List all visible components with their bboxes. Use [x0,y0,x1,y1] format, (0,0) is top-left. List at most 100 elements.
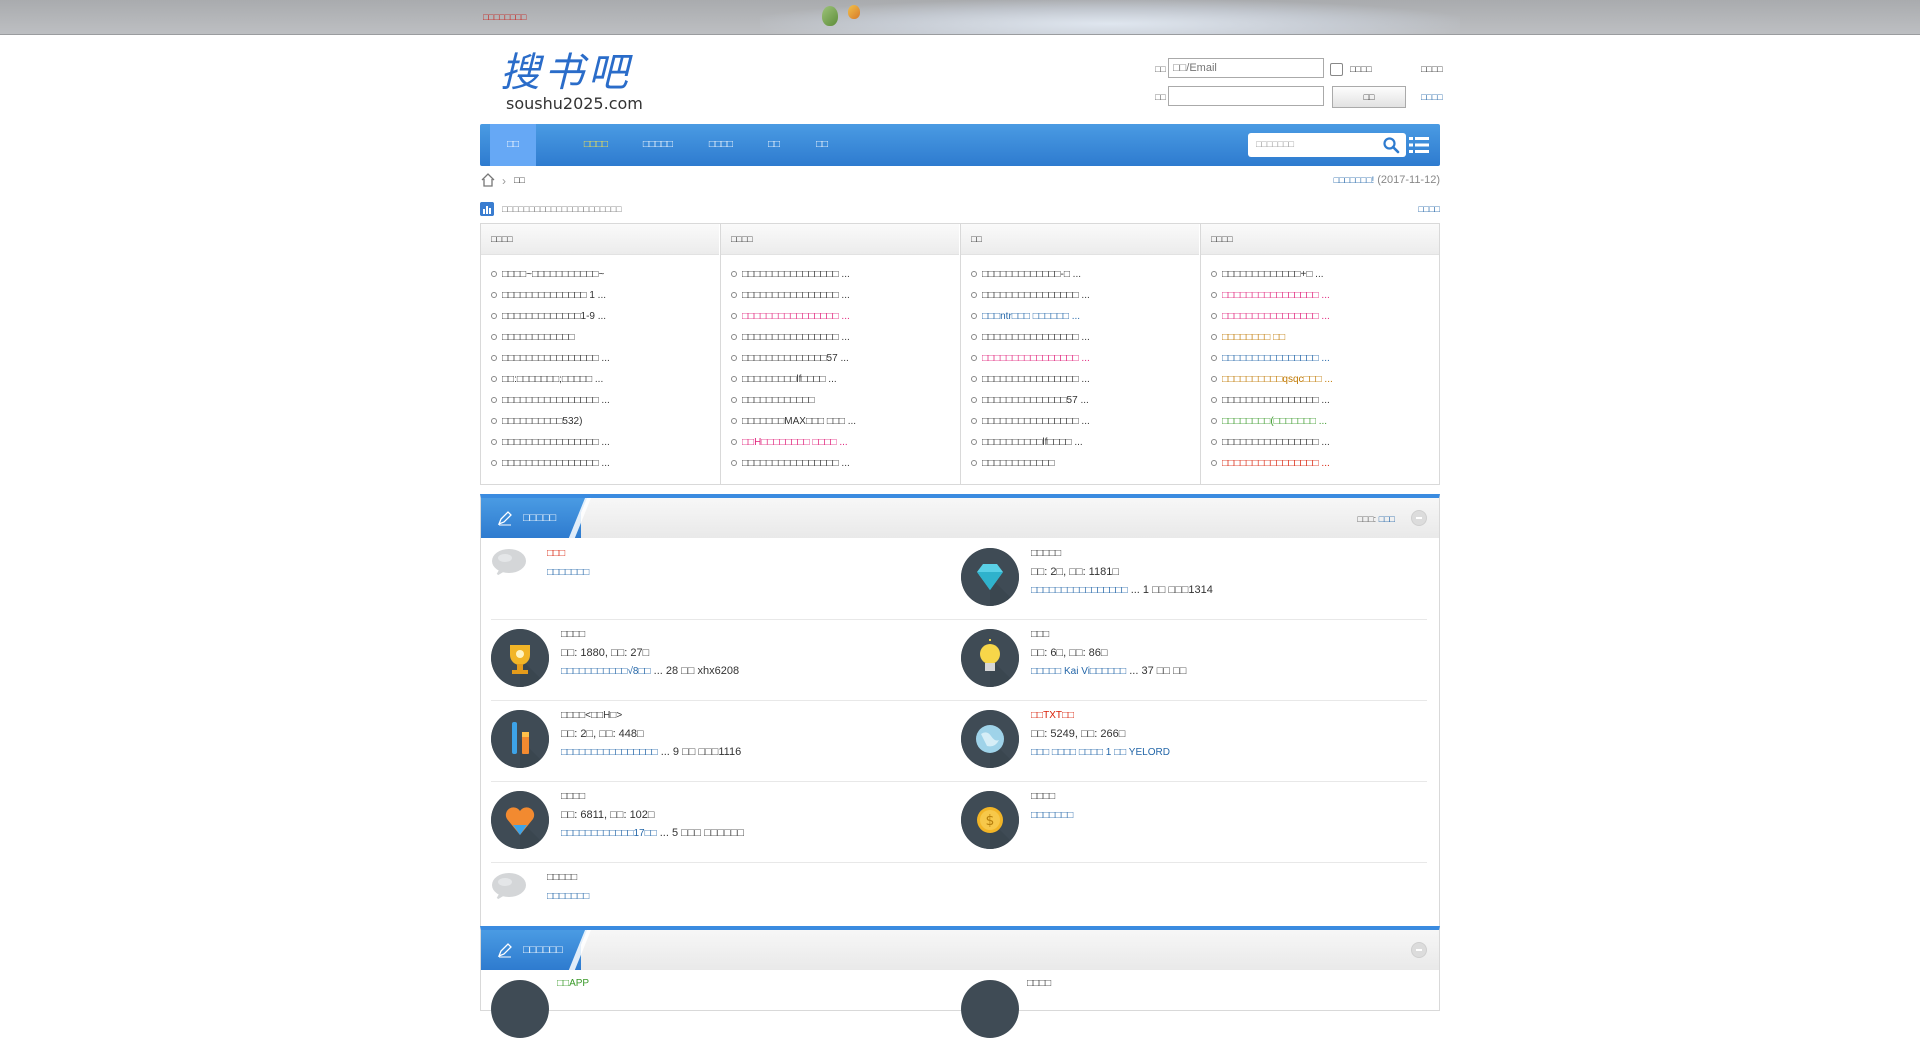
nav-item-2[interactable]: □□□□ [566,124,626,166]
forum-last-post[interactable]: □□□□□□□ [1031,809,1073,821]
top-list-item[interactable]: □□□□□□□□□□□□□1-9 ... [491,306,719,327]
top-list-link[interactable]: □□□□□□□□□□□□□□□□ ... [1222,353,1330,364]
top-list-item[interactable]: □□□□□□□□□□□□□□57 ... [731,348,959,369]
nav-item-4[interactable]: □□□□ [690,124,752,166]
forum-name[interactable]: □□□□<□□H□> [561,710,622,721]
section-header[interactable]: □□□□□□ [480,926,1440,970]
top-list-link[interactable]: □□□□□□□□□lf□□□□ ... [742,374,837,385]
top-list-link[interactable]: □□□□□□□□□□□□ [502,332,574,343]
top-list-link[interactable]: □□□□□□□□□□□□□□57 ... [742,353,849,364]
top-list-item[interactable]: □□□□□□□□□□□□□□□□ ... [1211,285,1439,306]
top-list-item[interactable]: □□□□□□□□□□□□□□□□ ... [731,327,959,348]
top-notice[interactable]: □□□□□□□□ [483,12,527,22]
top-list-link[interactable]: □□□□□□□□(□□□□□□□ ... [1222,416,1327,427]
top-list-link[interactable]: □□□□□□□□□□□□□□□□ ... [1222,458,1330,469]
globe-icon[interactable] [961,710,1019,768]
forum-item[interactable]: □□□□□ □□: 2□, □□: 1181□ □□□□□□□□□□□□□□□□ .… [951,538,1421,618]
top-list-link[interactable]: □□□□□□□□□□□□□□□□ ... [742,311,850,322]
login-button[interactable]: □□ [1332,86,1406,108]
top-list-item[interactable]: □□□□□□□□□□□□ [731,390,959,411]
top-list-item[interactable]: □□□□□□□□□□□□□□□□ ... [971,327,1199,348]
top-list-link[interactable]: □□□□□□□□□□□□□□□□ ... [982,416,1090,427]
top-list-link[interactable]: □□□□□□□□□□lf□□□□ ... [982,437,1083,448]
section-title[interactable]: □□□□□□ [523,944,563,956]
collapse-icon[interactable] [1411,510,1427,526]
top-list-link[interactable]: □□□□□□□□□□□□□□□□ ... [982,374,1090,385]
last-post-link[interactable]: □□□□□□□ [1031,810,1073,821]
section-header[interactable]: □□□□□ □□□: □□□ [480,494,1440,538]
forum-name[interactable]: □□□□□ [1031,548,1061,559]
top-list-item[interactable]: □□□□□□□□□□□□□□□□ ... [971,285,1199,306]
forum-item[interactable]: □□□ □□: 6□, □□: 86□ □□□□□ Kai Vi□□□□□□ ...… [951,619,1421,699]
last-post-link[interactable]: □□□□□□□ [547,891,589,902]
top-list-item[interactable]: □□□□□□□□□□□□□□□□ ... [731,453,959,474]
top-list-link[interactable]: □□□□□□□□□□qsqc□□□ ... [1222,374,1333,385]
stats-more-link[interactable]: □□□□ [1418,204,1440,214]
forum-name[interactable]: □□□□□ [547,872,577,883]
search-icon[interactable] [1382,136,1400,154]
heart-icon[interactable] [491,791,549,849]
bubble-icon[interactable] [491,548,527,578]
section-title[interactable]: □□□□□ [523,512,556,524]
menu-list-icon[interactable] [1408,134,1430,156]
top-list-link[interactable]: □□□□□□□□□□□□□1-9 ... [502,311,606,322]
top-list-link[interactable]: □□□□□□□MAX□□□ □□□ ... [742,416,856,427]
last-post-link[interactable]: □□□□□□□□□□□□17□□ [561,828,657,839]
top-list-link[interactable]: □□□□□□□□□□□□□□□□ ... [502,353,610,364]
top-list-item[interactable]: □□□□□□□□(□□□□□□□ ... [1211,411,1439,432]
top-list-link[interactable]: □□□□□□□□□□□□ [742,395,814,406]
top-list-link[interactable]: □□□□□□□□□□□□□□□□ ... [1222,311,1330,322]
coin-icon[interactable]: $ [961,791,1019,849]
last-post-link[interactable]: □□□ □□□□ □□□□ 1 □□ YELORD [1031,747,1170,758]
top-list-item[interactable]: □□□□□□□□□□532) [491,411,719,432]
forum-last-post[interactable]: □□□ □□□□ □□□□ 1 □□ YELORD [1031,746,1170,758]
top-list-link[interactable]: □□□□□□□□□□□□□□□□ ... [1222,437,1330,448]
register-link[interactable]: □□□□ [1421,92,1443,102]
nav-item-5[interactable]: □□ [752,124,796,166]
announcement-link[interactable]: □□□□□□□! [1334,175,1375,185]
forum-item[interactable]: □□□ □□□□□□□ [481,538,951,618]
top-list-item[interactable]: □□□□□□□□□□□□□□□□ ... [491,453,719,474]
top-list-item[interactable]: □□□□□□□□□□□□□+□ ... [1211,264,1439,285]
top-list-item[interactable]: □□□□□□□□□□qsqc□□□ ... [1211,369,1439,390]
password-input[interactable] [1168,86,1324,106]
forum-item[interactable]: □□□□ □□: 6811, □□: 102□ □□□□□□□□□□□□17□□ .… [481,781,951,861]
top-list-link[interactable]: □□□□□□□□□□□□□□□□ ... [502,437,610,448]
forum-item[interactable]: □□□□ □□: 1880, □□: 27□ □□□□□□□□□□□√8□□ ...… [481,619,951,699]
top-list-item[interactable]: □□□□~□□□□□□□□□□□~ [491,264,719,285]
trophy-icon[interactable] [491,629,549,687]
forum-name[interactable]: □□APP [557,978,589,989]
last-post-link[interactable]: □□□□□□□□□□□□□□□□ [561,747,658,758]
top-list-link[interactable]: □□□□~□□□□□□□□□□□~ [502,269,604,280]
forum-last-post[interactable]: □□□□□□□ [547,566,589,578]
forum-last-post[interactable]: □□□□□□□ [547,890,589,902]
top-list-item[interactable]: □□□□□□□□□□□□□□□□ ... [971,348,1199,369]
top-list-item[interactable]: □□□□□□□□□□□□□□□□ ... [731,264,959,285]
forum-last-post[interactable]: □□□□□□□□□□□□□□□□ ... 1 □□ □□□1314 [1031,584,1213,596]
top-list-link[interactable]: □□□□□□□□□□532) [502,416,582,427]
moderator-link[interactable]: □□□ [1379,514,1395,524]
forum-last-post[interactable]: □□□□□□□□□□□√8□□ ... 28 □□ xhx6208 [561,665,739,677]
top-list-item[interactable]: □□□□□□□MAX□□□ □□□ ... [731,411,959,432]
top-list-item[interactable]: □□□□□□□□□□□□□□□□ ... [971,411,1199,432]
nav-search-box[interactable]: □□□□□□□ [1248,133,1406,157]
forgot-password-link[interactable]: □□□□ [1421,64,1443,74]
top-list-link[interactable]: □□□□□□□□□□□□□□ 1 ... [502,290,606,301]
top-list-item[interactable]: □□□□□□□□□□□□□□□□ ... [1211,306,1439,327]
collapse-icon[interactable] [1411,942,1427,958]
pencil-icon[interactable] [491,710,549,768]
forum-icon[interactable] [961,980,1019,1038]
home-icon[interactable] [480,172,496,188]
top-list-link[interactable]: □□H□□□□□□□□ □□□□ ... [742,437,848,448]
forum-name[interactable]: □□□□ [561,791,585,802]
forum-item[interactable]: □□□□ [951,970,1421,1050]
top-list-link[interactable]: □□□□□□□□□□□□□□□□ ... [1222,290,1330,301]
forum-item[interactable]: □□TXT□□ □□: 5249, □□: 266□ □□□ □□□□ □□□□ 1… [951,700,1421,780]
top-list-item[interactable]: □□□□□□□□□□□□□□□□ ... [1211,390,1439,411]
top-list-item[interactable]: □□□□□□□□□□□□□□□□ ... [491,432,719,453]
top-list-link[interactable]: □□□□□□□□□□□□□□□□ ... [742,458,850,469]
forum-name[interactable]: □□□□ [561,629,585,640]
top-list-link[interactable]: □□□□□□□□□□□□□□□□ ... [502,458,610,469]
top-list-item[interactable]: □□□□□□□□□lf□□□□ ... [731,369,959,390]
username-input[interactable] [1168,58,1324,78]
